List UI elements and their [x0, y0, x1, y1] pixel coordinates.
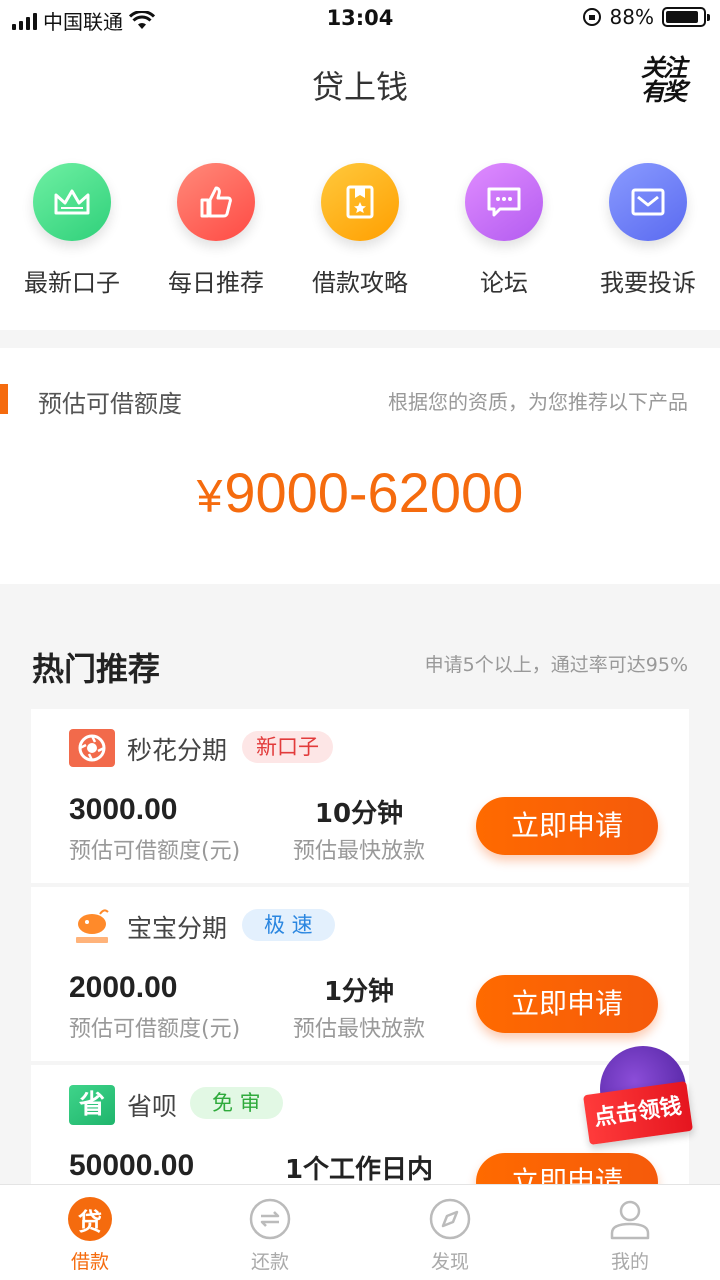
apply-button[interactable]: 立即申请	[476, 797, 658, 855]
header: 贷上钱 关注有奖	[0, 38, 720, 130]
tab-label: 发现	[430, 1251, 469, 1273]
tab-mine[interactable]: 我的	[540, 1185, 720, 1280]
product-amount: 3000.00	[69, 793, 178, 826]
crown-icon	[33, 163, 111, 241]
product-card-miaohua[interactable]: 秒花分期 新口子 3000.00 预估可借额度(元) 10分钟 预估最快放款 立…	[31, 709, 689, 883]
miaohua-logo-icon	[69, 729, 115, 767]
battery-level	[666, 11, 698, 23]
quick-nav-item-forum[interactable]: 论坛	[432, 130, 576, 330]
product-name: 省呗	[127, 1092, 178, 1121]
battery-icon	[662, 7, 710, 27]
quick-nav-label: 论坛	[480, 269, 528, 297]
shengbei-logo-icon: 省	[69, 1085, 115, 1125]
hot-title: 热门推荐	[32, 650, 161, 688]
quota-section: 预估可借额度 根据您的资质，为您推荐以下产品 ¥9000-62000	[0, 348, 720, 584]
apply-button[interactable]: 立即申请	[476, 975, 658, 1033]
quota-range: 9000-62000	[224, 461, 524, 524]
tab-bar: 贷 借款 还款 发现 我的	[0, 1184, 720, 1280]
product-tag: 极 速	[242, 909, 335, 941]
currency-symbol: ¥	[196, 470, 223, 522]
tab-label: 借款	[70, 1251, 109, 1273]
tab-loan[interactable]: 贷 借款	[0, 1185, 180, 1280]
tab-label: 我的	[610, 1251, 649, 1273]
product-tag: 免 审	[190, 1087, 283, 1119]
tab-discover[interactable]: 发现	[360, 1185, 540, 1280]
product-speed: 1个工作日内	[284, 1155, 434, 1185]
product-amount-label: 预估可借额度(元)	[69, 1017, 241, 1042]
loan-icon: 贷	[68, 1197, 112, 1241]
envelope-icon	[609, 163, 687, 241]
product-name: 宝宝分期	[127, 914, 228, 943]
tab-label: 还款	[250, 1251, 289, 1273]
tab-repay[interactable]: 还款	[180, 1185, 360, 1280]
quick-nav-item-latest[interactable]: 最新口子	[0, 130, 144, 330]
user-icon	[608, 1197, 652, 1241]
thumbs-up-icon	[177, 163, 255, 241]
quick-nav-item-daily[interactable]: 每日推荐	[144, 130, 288, 330]
quick-nav-label: 我要投诉	[600, 269, 696, 297]
status-right: 88%	[582, 5, 710, 29]
quick-nav-label: 最新口子	[24, 269, 120, 297]
product-name: 秒花分期	[127, 736, 228, 765]
product-speed-label: 预估最快放款	[292, 1017, 425, 1042]
quick-nav-item-complaint[interactable]: 我要投诉	[576, 130, 720, 330]
compass-icon	[428, 1197, 472, 1241]
quota-hint: 根据您的资质，为您推荐以下产品	[388, 390, 688, 414]
follow-reward-badge[interactable]: 关注有奖	[636, 56, 690, 108]
battery-percent: 88%	[609, 5, 654, 29]
page-title: 贷上钱	[311, 68, 408, 106]
product-tag: 新口子	[242, 731, 333, 763]
quota-amount: ¥9000-62000	[0, 460, 720, 525]
product-speed: 10分钟	[314, 799, 404, 829]
baobao-logo-icon	[69, 907, 115, 945]
quick-nav-item-guide[interactable]: 借款攻略	[288, 130, 432, 330]
product-card-baobao[interactable]: 宝宝分期 极 速 2000.00 预估可借额度(元) 1分钟 预估最快放款 立即…	[31, 887, 689, 1061]
quick-nav-label: 每日推荐	[168, 269, 264, 297]
quick-nav-label: 借款攻略	[312, 269, 408, 297]
product-speed: 1分钟	[323, 977, 395, 1007]
product-amount: 50000.00	[69, 1149, 195, 1182]
quick-nav: 最新口子 每日推荐 借款攻略 论坛 我要投诉	[0, 130, 720, 330]
product-amount-label: 预估可借额度(元)	[69, 839, 241, 864]
chat-icon	[465, 163, 543, 241]
floating-coupon[interactable]: 点击领钱	[583, 1046, 693, 1150]
hot-hint: 申请5个以上，通过率可达95%	[424, 654, 688, 676]
product-amount: 2000.00	[69, 971, 178, 1004]
quota-title: 预估可借额度	[38, 390, 182, 418]
bookmark-icon	[321, 163, 399, 241]
status-bar: 中国联通 13:04 88%	[0, 0, 720, 38]
repay-icon	[248, 1197, 292, 1241]
rotation-lock-icon	[582, 8, 601, 26]
product-speed-label: 预估最快放款	[292, 839, 425, 864]
section-accent-bar	[0, 384, 8, 414]
